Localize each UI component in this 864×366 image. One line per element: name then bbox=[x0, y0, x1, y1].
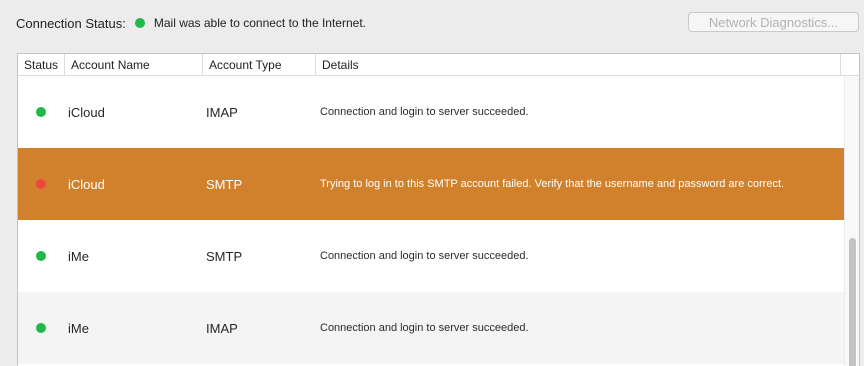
table-header: Status Account Name Account Type Details bbox=[18, 54, 859, 76]
details-cell: Connection and login to server succeeded… bbox=[320, 322, 529, 334]
connection-status-bar: Connection Status: Mail was able to conn… bbox=[16, 13, 366, 33]
account-type-cell: IMAP bbox=[206, 104, 238, 120]
account-type-cell: SMTP bbox=[206, 248, 243, 264]
status-ok-icon bbox=[36, 323, 46, 333]
column-header-details[interactable]: Details bbox=[315, 54, 841, 75]
table-body: iCloud IMAP Connection and login to serv… bbox=[18, 76, 844, 364]
table-row[interactable]: iCloud SMTP Trying to log in to this SMT… bbox=[18, 148, 844, 220]
accounts-table: Status Account Name Account Type Details… bbox=[17, 53, 860, 366]
status-cell bbox=[36, 292, 46, 364]
column-header-account-type[interactable]: Account Type bbox=[202, 54, 316, 75]
details-cell: Trying to log in to this SMTP account fa… bbox=[320, 178, 785, 190]
account-name-cell: iMe bbox=[68, 320, 89, 336]
account-name-cell: iCloud bbox=[68, 176, 105, 192]
table-row[interactable]: iCloud IMAP Connection and login to serv… bbox=[18, 76, 844, 148]
status-cell bbox=[36, 148, 46, 220]
network-diagnostics-button[interactable]: Network Diagnostics... bbox=[688, 12, 859, 32]
connection-status-label: Connection Status: bbox=[16, 15, 126, 31]
account-name-cell: iCloud bbox=[68, 104, 105, 120]
status-cell bbox=[36, 76, 46, 148]
account-type-cell: IMAP bbox=[206, 320, 238, 336]
column-header-account-name[interactable]: Account Name bbox=[64, 54, 203, 75]
column-header-status[interactable]: Status bbox=[18, 54, 65, 75]
vertical-scrollbar[interactable] bbox=[844, 76, 859, 366]
status-error-icon bbox=[36, 179, 46, 189]
status-ok-icon bbox=[36, 251, 46, 261]
connection-doctor-window: Connection Status: Mail was able to conn… bbox=[0, 0, 864, 366]
account-type-cell: SMTP bbox=[206, 176, 243, 192]
connection-status-message: Mail was able to connect to the Internet… bbox=[153, 16, 366, 30]
column-header-spacer bbox=[840, 54, 859, 75]
connection-status-indicator-icon bbox=[134, 18, 145, 28]
table-row[interactable]: iMe IMAP Connection and login to server … bbox=[18, 292, 844, 364]
table-row[interactable]: iMe SMTP Connection and login to server … bbox=[18, 220, 844, 292]
account-name-cell: iMe bbox=[68, 248, 89, 264]
scrollbar-thumb[interactable] bbox=[849, 238, 856, 366]
details-cell: Connection and login to server succeeded… bbox=[320, 250, 529, 262]
status-cell bbox=[36, 220, 46, 292]
status-ok-icon bbox=[36, 107, 46, 117]
details-cell: Connection and login to server succeeded… bbox=[320, 106, 529, 118]
